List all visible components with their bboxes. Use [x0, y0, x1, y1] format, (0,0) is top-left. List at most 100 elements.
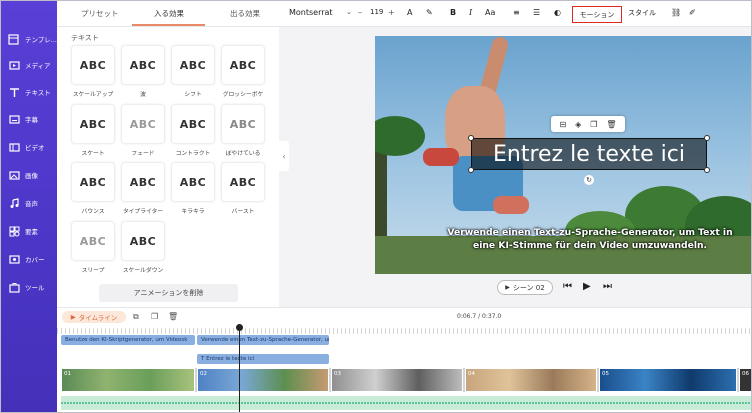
effect-tile-scale-down[interactable]: ABC	[121, 221, 165, 261]
effect-preview: ABC	[79, 234, 107, 248]
scene-clip[interactable]: 02	[197, 368, 329, 392]
sneaker	[493, 196, 529, 214]
video-canvas[interactable]: ⊟ ◈ ❐ 🗑 Entrez le texte ici ↻ Verwende e…	[375, 36, 751, 274]
trash-icon[interactable]: 🗑	[168, 312, 178, 321]
subtitle-clip[interactable]: Verwende einen Text-zu-Sprache-Generator…	[197, 335, 329, 345]
align-center-icon[interactable]: ≡	[513, 8, 520, 17]
pen-icon[interactable]: ✐	[689, 8, 696, 17]
font-size-field[interactable]: 119	[370, 8, 383, 16]
sidebar-item-audio[interactable]: 音声	[1, 191, 57, 215]
scene-clip[interactable]: 01	[61, 368, 195, 392]
scene-selector[interactable]: ▶ シーン 02	[497, 280, 553, 295]
sidebar-item-subtitle[interactable]: 字幕	[1, 107, 57, 131]
play-button[interactable]: ▶	[583, 281, 591, 292]
audio-track[interactable]	[61, 396, 751, 410]
effect-preview: ABC	[129, 117, 157, 131]
sidebar-item-elements[interactable]: 要素	[1, 219, 57, 243]
play-icon: ▶	[505, 284, 510, 291]
effect-tile-shift[interactable]: ABC	[171, 45, 215, 85]
tab-entrance[interactable]: 入る効果	[154, 8, 184, 19]
scene-clip[interactable]: 05	[599, 368, 737, 392]
effect-tile-scale-up[interactable]: ABC	[71, 45, 115, 85]
sidebar-item-video[interactable]: ビデオ	[1, 135, 57, 159]
effect-tile-fade[interactable]: ABC	[121, 104, 165, 144]
scene-clip[interactable]: 06	[739, 368, 751, 392]
sidebar-item-template[interactable]: テンプレ...	[1, 27, 57, 51]
sidebar-item-label: 字幕	[25, 116, 38, 124]
italic-button[interactable]: I	[469, 8, 472, 17]
effect-tile-skate[interactable]: ABC	[71, 104, 115, 144]
sidebar-item-text[interactable]: テキスト	[1, 80, 57, 104]
effect-tile-typewriter[interactable]: ABC	[121, 162, 165, 202]
scene-clip[interactable]: 03	[331, 368, 463, 392]
sidebar-item-image[interactable]: 画像	[1, 163, 57, 187]
font-size-increase-button[interactable]: +	[388, 8, 395, 17]
style-button[interactable]: スタイル	[628, 8, 656, 18]
effect-tile-glossy-bokeh[interactable]: ABC	[221, 45, 265, 85]
text-color-icon[interactable]: A	[407, 8, 412, 17]
align-icon[interactable]: ⊟	[559, 120, 566, 129]
opacity-icon[interactable]: ◐	[554, 8, 561, 17]
rotate-icon[interactable]: ↻	[584, 175, 594, 185]
scene-clip[interactable]: 04	[465, 368, 597, 392]
effect-preview: ABC	[229, 117, 257, 131]
effect-tile-sleep[interactable]: ABC	[71, 221, 115, 261]
skip-next-icon[interactable]: ⏭	[603, 281, 612, 292]
remove-animation-button[interactable]: アニメーションを削除	[99, 284, 238, 302]
template-icon	[7, 32, 21, 46]
sidebar-item-label: 画像	[25, 172, 38, 180]
effects-panel: プリセット 入る効果 出る効果 テキスト ABC スケールアップ ABC 波 A…	[57, 1, 279, 307]
resize-handle[interactable]	[704, 135, 710, 141]
resize-handle[interactable]	[468, 167, 474, 173]
link-icon[interactable]: ⛓	[671, 8, 681, 17]
effect-tile-blur[interactable]: ABC	[221, 104, 265, 144]
scene-number: 06	[742, 371, 749, 377]
effect-preview: ABC	[179, 175, 207, 189]
trash-icon[interactable]: 🗑	[606, 120, 616, 129]
effect-label: ぼやけている	[225, 151, 261, 157]
effect-tile-burst[interactable]: ABC	[221, 162, 265, 202]
chevron-down-icon[interactable]: ⌄	[346, 8, 352, 16]
effect-label: スケールダウン	[122, 268, 164, 274]
effect-tile-wave[interactable]: ABC	[121, 45, 165, 85]
copy-icon[interactable]: ❐	[151, 312, 158, 321]
audio-icon	[7, 196, 21, 210]
sidebar-item-tools[interactable]: ツール	[1, 275, 57, 299]
text-clip[interactable]: T Entrez le texte ici	[197, 354, 329, 364]
resize-handle[interactable]	[468, 135, 474, 141]
playhead-handle[interactable]	[236, 324, 243, 331]
highlight-icon[interactable]: ✎	[426, 8, 433, 17]
sidebar-item-label: 音声	[25, 200, 38, 208]
text-icon	[7, 85, 21, 99]
duplicate-icon[interactable]: ❐	[590, 120, 597, 129]
tab-presets[interactable]: プリセット	[81, 8, 119, 19]
bold-button[interactable]: B	[450, 8, 456, 17]
case-button[interactable]: Aa	[485, 8, 495, 17]
tab-exit[interactable]: 出る効果	[230, 8, 260, 19]
sidebar-nav: テンプレ... メディア テキスト 字幕 ビデオ 画像 音声 要素 カバー ツー…	[1, 1, 57, 412]
headline-textbox[interactable]: Entrez le texte ici	[471, 138, 707, 170]
motion-button[interactable]: モーション	[572, 6, 622, 23]
resize-handle[interactable]	[704, 167, 710, 173]
playhead[interactable]	[239, 326, 240, 412]
text-clip-label: Entrez le texte ici	[206, 356, 255, 362]
split-icon[interactable]: ⧉	[133, 312, 139, 322]
elements-icon	[7, 224, 21, 238]
media-icon	[7, 58, 21, 72]
effect-tile-bounce[interactable]: ABC	[71, 162, 115, 202]
subtitle-clip[interactable]: Benutze den KI-Skriptgenerator, um Video…	[61, 335, 195, 345]
timeline-toggle-button[interactable]: ▶ タイムライン	[62, 311, 126, 323]
effect-preview: ABC	[129, 175, 157, 189]
effect-tile-sparkle[interactable]: ABC	[171, 162, 215, 202]
sidebar-item-cover[interactable]: カバー	[1, 247, 57, 271]
font-size-decrease-button[interactable]: –	[358, 8, 362, 17]
effect-tile-contract[interactable]: ABC	[171, 104, 215, 144]
font-family-select[interactable]: Montserrat	[289, 8, 333, 17]
layers-icon[interactable]: ◈	[575, 120, 581, 129]
skip-previous-icon[interactable]: ⏮	[563, 281, 572, 292]
sidebar-item-media[interactable]: メディア	[1, 53, 57, 77]
subtitle-text[interactable]: Verwende einen Text-zu-Sprache-Generator…	[435, 226, 745, 252]
scene-number: 03	[334, 371, 341, 377]
line-spacing-icon[interactable]: ☰	[533, 8, 540, 17]
collapse-panel-button[interactable]: ‹	[279, 141, 289, 171]
